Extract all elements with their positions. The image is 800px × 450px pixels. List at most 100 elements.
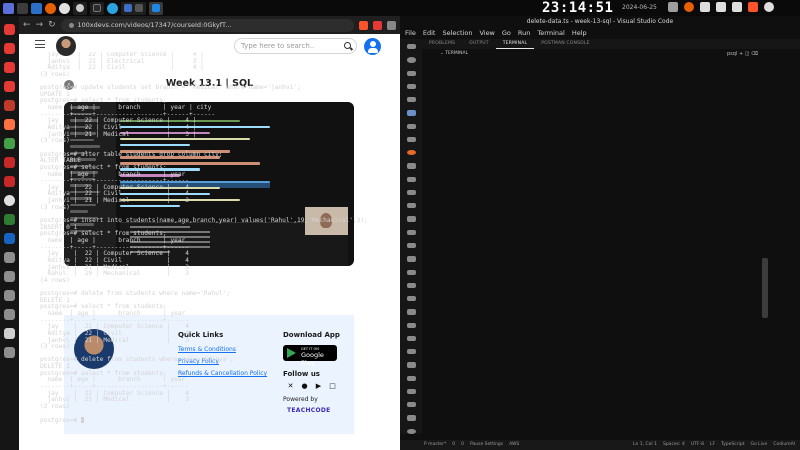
- trash-icon[interactable]: ⌫: [751, 51, 758, 57]
- status-position[interactable]: Ln 1, Col 1: [633, 440, 657, 450]
- menu-selection[interactable]: Selection: [442, 28, 472, 39]
- dock-app-icon[interactable]: [4, 309, 15, 320]
- database-icon[interactable]: [406, 163, 416, 169]
- taskbar-window-terminal[interactable]: [90, 1, 104, 15]
- account-icon[interactable]: [406, 428, 416, 434]
- source-control-icon[interactable]: [406, 70, 416, 76]
- firefox-icon[interactable]: [45, 2, 56, 14]
- dock-app-icon[interactable]: [4, 119, 15, 130]
- dock-app-icon[interactable]: [4, 100, 15, 111]
- status-pause-settings[interactable]: Pause Settings: [470, 440, 503, 450]
- status-warnings[interactable]: 0: [461, 440, 464, 450]
- extension-icon[interactable]: [406, 349, 416, 355]
- tab-terminal[interactable]: TERMINAL: [495, 39, 535, 49]
- extension-icon[interactable]: [406, 269, 416, 275]
- extension-icon[interactable]: [387, 20, 396, 30]
- firefox-icon[interactable]: [684, 2, 694, 12]
- menu-help[interactable]: Help: [572, 28, 587, 39]
- run-debug-icon[interactable]: [406, 83, 416, 90]
- taskbar-window-github[interactable]: [73, 1, 87, 15]
- status-encoding[interactable]: UTF-8: [691, 440, 704, 450]
- menu-view[interactable]: View: [479, 28, 494, 39]
- status-go-live[interactable]: Go Live: [750, 440, 767, 450]
- extension-icon[interactable]: [406, 402, 416, 408]
- extension-icon[interactable]: [406, 388, 416, 395]
- indicator-icon[interactable]: [668, 2, 678, 12]
- dock-app-icon[interactable]: [4, 62, 15, 73]
- files-icon[interactable]: [17, 2, 28, 14]
- terminal-output[interactable]: jay | 22 | Computer Science | 4 | janhvi…: [40, 52, 370, 424]
- terminal-scrollbar[interactable]: [762, 258, 768, 318]
- menu-go[interactable]: Go: [502, 28, 511, 39]
- explorer-icon[interactable]: [406, 44, 416, 50]
- menu-edit[interactable]: Edit: [423, 28, 436, 39]
- dock-app-icon[interactable]: [4, 347, 15, 358]
- extension-icon[interactable]: [406, 335, 416, 342]
- dock-app-icon[interactable]: [4, 214, 15, 225]
- split-terminal-icon[interactable]: ◫: [745, 51, 750, 57]
- battery-icon[interactable]: [732, 2, 742, 12]
- dock-app-icon[interactable]: [4, 176, 15, 187]
- taskbar-window-app[interactable]: [121, 1, 146, 15]
- menu-file[interactable]: File: [405, 28, 416, 39]
- status-eol[interactable]: LF: [710, 440, 715, 450]
- tab-problems[interactable]: PROBLEMS: [422, 39, 462, 49]
- back-arrow-icon[interactable]: ←: [23, 16, 31, 34]
- tools-icon[interactable]: [406, 203, 416, 209]
- status-branch[interactable]: P master*: [424, 440, 446, 450]
- live-share-icon[interactable]: [406, 216, 416, 222]
- extension-icon[interactable]: [406, 282, 416, 289]
- status-indent[interactable]: Spaces: 4: [663, 440, 685, 450]
- reload-icon[interactable]: ↻: [48, 16, 56, 34]
- taskbar-window-vscode[interactable]: [149, 1, 163, 15]
- extension-icon[interactable]: [406, 229, 416, 235]
- hamburger-menu-icon[interactable]: [35, 40, 45, 48]
- extension-icon[interactable]: [406, 415, 416, 421]
- github-icon[interactable]: [4, 195, 15, 206]
- extension-icon[interactable]: [406, 296, 416, 302]
- menu-run[interactable]: Run: [518, 28, 530, 39]
- dock-app-icon[interactable]: [4, 233, 15, 244]
- dock-app-icon[interactable]: [4, 81, 15, 92]
- menu-terminal[interactable]: Terminal: [537, 28, 564, 39]
- status-language[interactable]: TypeScript: [721, 440, 744, 450]
- tab-output[interactable]: OUTPUT: [462, 39, 496, 49]
- dock-app-icon[interactable]: [4, 328, 15, 339]
- timeline-icon[interactable]: [406, 189, 416, 196]
- address-bar[interactable]: ● 100xdevs.com/videos/17347/courseId:0Gky…: [60, 18, 354, 32]
- terminal-shell-name[interactable]: psql: [727, 51, 737, 57]
- extension-icon[interactable]: [406, 242, 416, 249]
- power-icon[interactable]: [764, 2, 774, 12]
- dock-app-icon[interactable]: [4, 157, 15, 168]
- extension-icon[interactable]: [406, 309, 416, 315]
- extension-icon[interactable]: [406, 375, 416, 381]
- extension-icon[interactable]: [373, 20, 382, 30]
- docker-icon[interactable]: [406, 110, 416, 116]
- telegram-icon[interactable]: [107, 2, 118, 14]
- status-errors[interactable]: 0: [452, 440, 455, 450]
- dock-app-icon[interactable]: [4, 271, 15, 282]
- search-icon[interactable]: [344, 42, 351, 49]
- dock-app-icon[interactable]: [4, 252, 15, 263]
- extension-icon[interactable]: [406, 362, 416, 368]
- brave-icon[interactable]: [748, 2, 758, 12]
- extensions-icon[interactable]: [406, 97, 416, 103]
- dock-app-icon[interactable]: [4, 138, 15, 149]
- screen-icon[interactable]: [31, 2, 42, 14]
- menu-icon[interactable]: [3, 2, 14, 14]
- status-codiumai[interactable]: CodiumAI: [773, 440, 795, 450]
- extension-icon[interactable]: [359, 20, 368, 30]
- tab-postman-console[interactable]: POSTMAN CONSOLE: [534, 39, 596, 49]
- testing-icon[interactable]: [406, 136, 416, 143]
- forward-arrow-icon[interactable]: →: [36, 16, 44, 34]
- dock-app-icon[interactable]: [4, 24, 15, 35]
- audio-icon[interactable]: [700, 2, 710, 12]
- dock-app-icon[interactable]: [4, 43, 15, 54]
- github-icon[interactable]: [59, 2, 70, 14]
- remote-icon[interactable]: [406, 123, 416, 129]
- network-icon[interactable]: [716, 2, 726, 12]
- status-aws[interactable]: AWS: [509, 440, 519, 450]
- extension-icon[interactable]: [406, 322, 416, 328]
- git-graph-icon[interactable]: [406, 176, 416, 182]
- dock-app-icon[interactable]: [4, 290, 15, 301]
